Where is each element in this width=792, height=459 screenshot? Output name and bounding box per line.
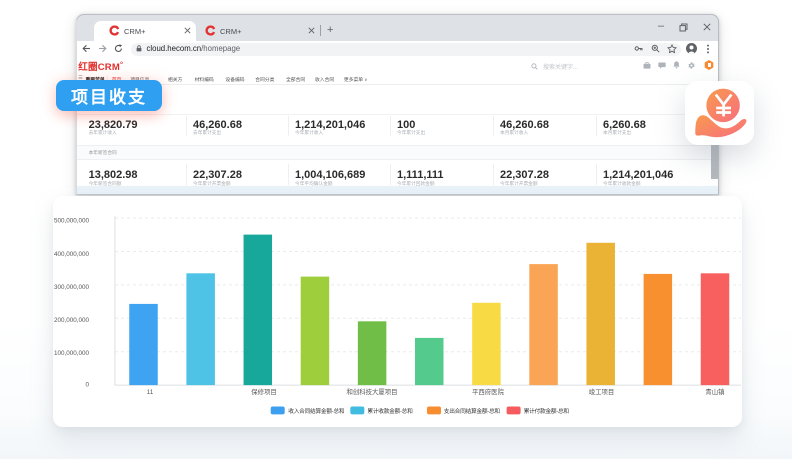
svg-text:400,000,000: 400,000,000 — [54, 250, 90, 257]
svg-text:300,000,000: 300,000,000 — [54, 284, 90, 291]
svg-text:平西府医院: 平西府医院 — [472, 387, 505, 396]
svg-text:收入合同结算金额-总和: 收入合同结算金额-总和 — [288, 406, 345, 414]
svg-text:0: 0 — [85, 381, 89, 388]
svg-text:累计付款金额-总和: 累计付款金额-总和 — [524, 406, 570, 414]
svg-text:竣工项目: 竣工项目 — [589, 387, 615, 396]
svg-text:青山镇: 青山镇 — [705, 387, 725, 396]
svg-text:保修项目: 保修项目 — [251, 387, 277, 396]
svg-text:和创科技大厦项目: 和创科技大厦项目 — [346, 387, 397, 396]
svg-text:累计收款金额-总和: 累计收款金额-总和 — [367, 406, 413, 414]
svg-text:200,000,000: 200,000,000 — [54, 317, 90, 324]
svg-text:支出合同结算金额-总和: 支出合同结算金额-总和 — [444, 406, 501, 414]
svg-text:500,000,000: 500,000,000 — [54, 217, 90, 224]
svg-text:100,000,000: 100,000,000 — [54, 350, 90, 357]
svg-text:11: 11 — [147, 389, 154, 396]
